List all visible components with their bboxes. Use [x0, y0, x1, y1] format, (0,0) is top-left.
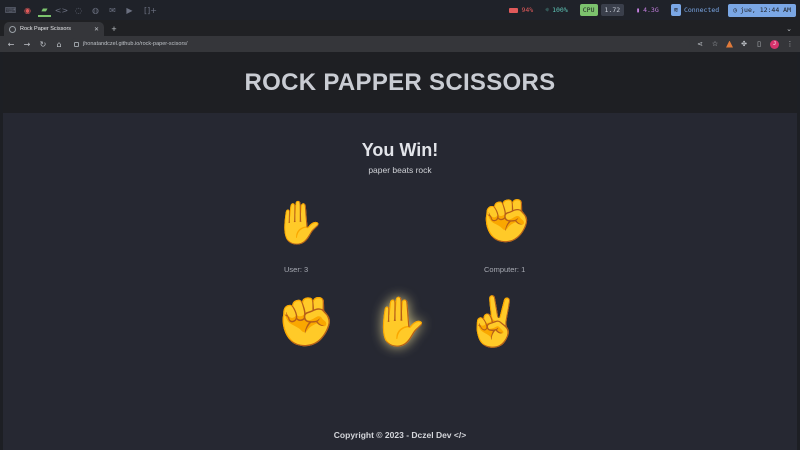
folder-icon[interactable]: ▰ [38, 4, 51, 17]
chevron-down-icon[interactable]: ⌄ [786, 22, 792, 36]
firefox-icon[interactable]: ◉ [21, 4, 34, 17]
cpu-widget: CPU 1.72 [577, 4, 627, 16]
browser-toolbar: ← → ↻ ⌂ jhonatandczel.github.io/rock-pap… [0, 36, 800, 52]
wifi-status: Connected [683, 6, 720, 14]
lock-icon[interactable] [74, 41, 79, 47]
choice-options: ✊ ✋ ✌️ [3, 298, 797, 346]
back-arrow-icon[interactable]: ← [6, 39, 16, 49]
brightness-icon: ☼ [545, 6, 550, 14]
memory-icon: ▮ [636, 6, 641, 14]
close-icon[interactable]: ✕ [94, 26, 99, 33]
globe-icon [9, 25, 16, 33]
rock-button[interactable]: ✊ [276, 298, 336, 346]
tab-title: Rock Paper Scissors [20, 26, 72, 32]
menu-dots-icon[interactable]: ⋮ [786, 40, 794, 48]
status-area: 94% ☼ 100% CPU 1.72 ▮ 4.3G ≋ Connected ◷… [506, 3, 796, 17]
new-tab-button[interactable]: + [107, 22, 121, 36]
battery-widget: 94% [506, 4, 536, 16]
paper-button[interactable]: ✋ [370, 298, 430, 346]
forward-arrow-icon[interactable]: → [22, 39, 32, 49]
clock-icon: ◷ [733, 5, 738, 14]
video-icon[interactable]: ▶ [123, 4, 136, 17]
result-title: You Win! [361, 140, 439, 160]
extension-brave-icon[interactable] [726, 40, 733, 48]
computer-choice-fist-icon: ✊ [480, 196, 533, 245]
cpu-label: CPU [579, 4, 598, 16]
user-choice-hand-icon: ✋ [273, 198, 326, 247]
user-score: User: 3 [284, 265, 309, 274]
page-header: ROCK PAPPER SCISSORS [3, 52, 797, 113]
scissors-button[interactable]: ✌️ [464, 298, 524, 346]
browser-tab[interactable]: Rock Paper Scissors ✕ [4, 22, 104, 36]
brightness-widget: ☼ 100% [542, 4, 571, 16]
sidebar-icon[interactable]: ▯ [755, 40, 763, 48]
url-text[interactable]: jhonatandczel.github.io/rock-paper-sciso… [83, 41, 188, 47]
chat-icon[interactable]: ◌ [72, 4, 85, 17]
home-icon[interactable]: ⌂ [54, 39, 64, 49]
tab-strip: Rock Paper Scissors ✕ + ⌄ [0, 20, 800, 36]
toolbar-actions: ⋖ ☆ ✤ ▯ J ⋮ [696, 39, 794, 49]
cpu-value: 1.72 [600, 4, 625, 16]
battery-level: 94% [521, 6, 534, 14]
brightness-level: 100% [552, 6, 568, 14]
wifi-widget[interactable]: ≋ Connected [668, 4, 722, 16]
puzzle-icon[interactable]: ✤ [740, 40, 748, 48]
web-page: ROCK PAPPER SCISSORS You Win! paper beat… [3, 52, 797, 450]
share-icon[interactable]: ⋖ [696, 40, 704, 48]
battery-icon [509, 7, 519, 13]
result-description: paper beats rock [368, 165, 432, 175]
profile-avatar[interactable]: J [770, 39, 779, 49]
reload-icon[interactable]: ↻ [38, 39, 48, 49]
computer-score: Computer: 1 [484, 265, 526, 274]
layout-indicator[interactable]: []+ [144, 4, 157, 17]
star-icon[interactable]: ☆ [711, 40, 719, 48]
code-icon[interactable]: <> [55, 4, 68, 17]
datetime: jue, 12:44 AM [740, 5, 791, 14]
clock-widget[interactable]: ◷ jue, 12:44 AM [728, 3, 796, 17]
memory-value: 4.3G [643, 6, 659, 14]
page-title: ROCK PAPPER SCISSORS [244, 68, 556, 96]
address-bar[interactable]: jhonatandczel.github.io/rock-paper-sciso… [70, 38, 690, 50]
page-footer: Copyright © 2023 - Dczel Dev </> [333, 430, 467, 440]
mail-icon[interactable]: ✉ [106, 4, 119, 17]
wifi-icon: ≋ [670, 4, 681, 16]
workspace-list: ⌨ ◉ ▰ <> ◌ ◍ ✉ ▶ []+ [4, 4, 157, 17]
memory-widget: ▮ 4.3G [633, 4, 662, 16]
discord-icon[interactable]: ◍ [89, 4, 102, 17]
terminal-icon[interactable]: ⌨ [4, 4, 17, 17]
system-bar: ⌨ ◉ ▰ <> ◌ ◍ ✉ ▶ []+ 94% ☼ 100% CPU 1.72… [0, 0, 800, 20]
